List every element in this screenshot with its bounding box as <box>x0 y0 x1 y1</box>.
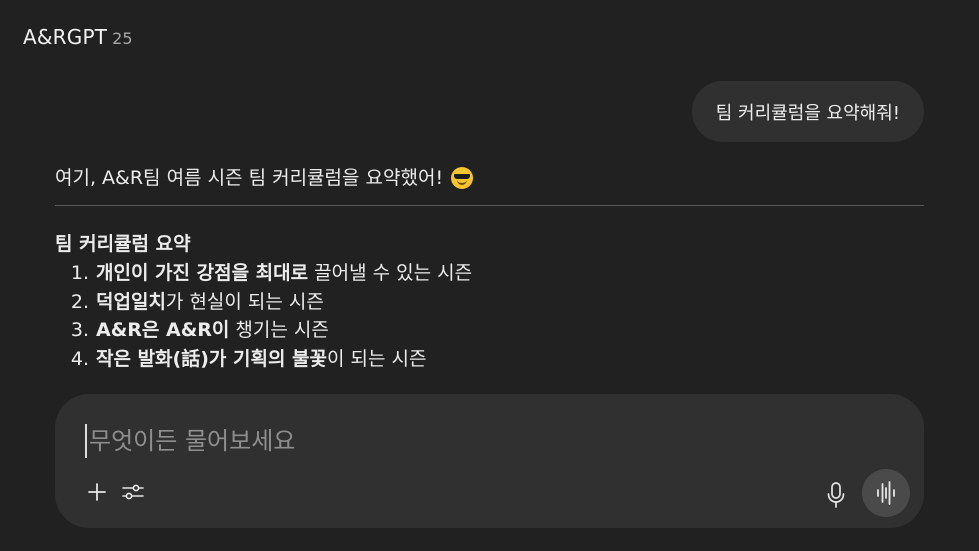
summary-list: 1. 개인이 가진 강점을 최대로 끌어낼 수 있는 시즌 2. 덕업일치가 현… <box>55 259 924 373</box>
sliders-icon <box>122 484 144 500</box>
list-item-number: 3. <box>70 319 89 341</box>
microphone-icon <box>827 482 845 508</box>
list-item-bold: 개인이 가진 강점을 최대로 <box>96 262 309 284</box>
plus-icon <box>88 483 106 501</box>
list-item: 3. A&R은 A&R이 챙기는 시즌 <box>55 316 924 345</box>
message-composer <box>55 394 924 528</box>
voice-mode-button[interactable] <box>862 469 910 517</box>
assistant-message: 여기, A&R팀 여름 시즌 팀 커리큘럼을 요약했어! 팀 커리큘럼 요약 1… <box>55 163 924 373</box>
list-item-text: 챙기는 시즌 <box>229 319 329 341</box>
list-item-bold: 덕업일치 <box>96 290 166 313</box>
list-item-text: 끌어낼 수 있는 시즌 <box>308 262 473 284</box>
app-header[interactable]: A&RGPT 25 <box>23 25 133 49</box>
tools-button[interactable] <box>119 478 147 506</box>
dictate-button[interactable] <box>821 480 851 510</box>
user-message-bubble: 팀 커리큘럼을 요약해줘! <box>691 81 924 142</box>
list-item-text: 이 되는 시즌 <box>327 347 427 370</box>
list-item: 1. 개인이 가진 강점을 최대로 끌어낼 수 있는 시즌 <box>55 259 924 288</box>
assistant-intro: 여기, A&R팀 여름 시즌 팀 커리큘럼을 요약했어! <box>55 163 924 193</box>
voice-waveform-icon <box>877 481 895 505</box>
list-item-number: 1. <box>70 262 89 284</box>
list-item-bold: A&R은 A&R이 <box>96 319 230 341</box>
brand-name[interactable]: A&RGPT <box>23 25 107 49</box>
list-item: 4. 작은 발화(話)가 기획의 불꽃이 되는 시즌 <box>55 345 924 374</box>
user-message-text: 팀 커리큘럼을 요약해줘! <box>715 102 900 124</box>
chat-app: A&RGPT 25 팀 커리큘럼을 요약해줘! 여기, A&R팀 여름 시즌 팀… <box>0 0 979 551</box>
summary-title: 팀 커리큘럼 요약 <box>55 233 191 255</box>
prompt-input[interactable] <box>85 424 865 458</box>
list-item-text: 가 현실이 되는 시즌 <box>165 290 324 313</box>
assistant-intro-text: 여기, A&R팀 여름 시즌 팀 커리큘럼을 요약했어! <box>55 167 444 189</box>
divider <box>55 205 924 206</box>
add-attachment-button[interactable] <box>83 478 111 506</box>
list-item-bold: 작은 발화(話)가 기획의 불꽃 <box>96 347 328 370</box>
sunglasses-emoji-icon <box>451 167 474 189</box>
list-item: 2. 덕업일치가 현실이 되는 시즌 <box>55 288 924 317</box>
list-item-number: 2. <box>70 290 89 313</box>
list-item-number: 4. <box>70 347 89 370</box>
brand-version: 25 <box>112 29 133 48</box>
